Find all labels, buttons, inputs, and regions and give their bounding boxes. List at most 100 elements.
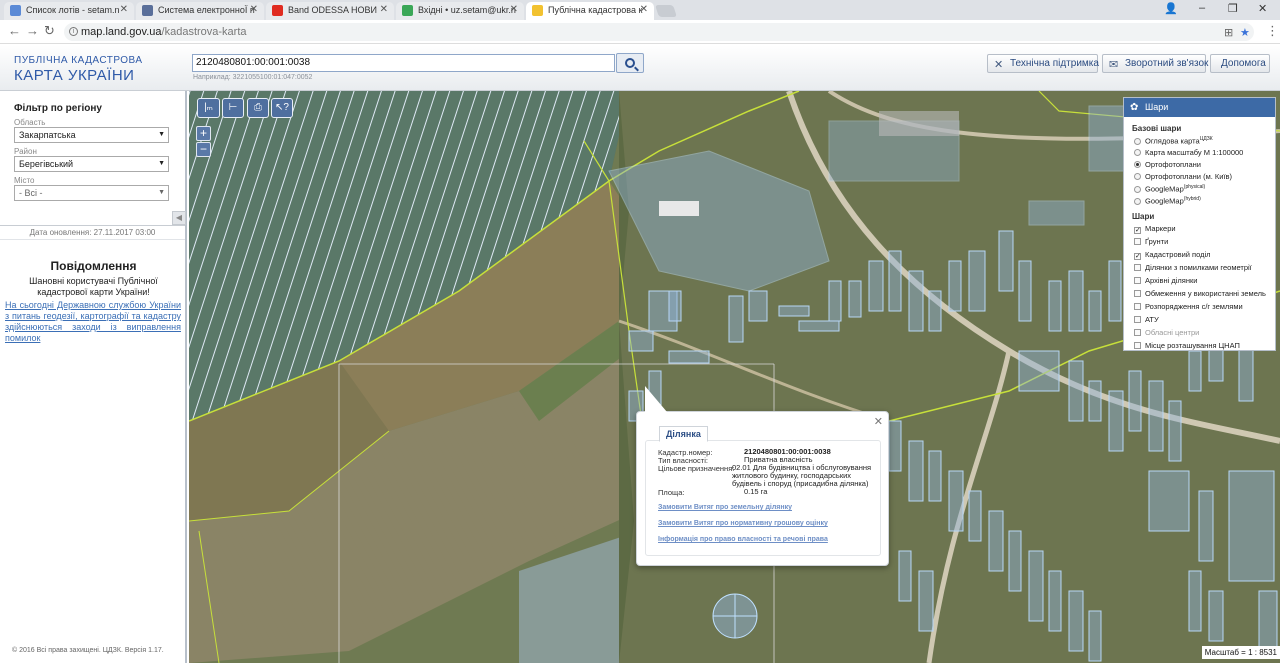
address-bar[interactable]: i map.land.gov.ua/kadastrova-karta ⊞ ★ (64, 23, 1254, 41)
close-icon[interactable]: ✕ (874, 415, 883, 428)
overlay-layer-3[interactable]: Ділянки з помилками геометрії (1134, 263, 1252, 272)
purpose-label: Цільове призначення: (658, 464, 735, 473)
measure-area-button[interactable]: ⊢ (222, 98, 244, 118)
city-select[interactable]: - Всі - ▼ (14, 185, 169, 201)
menu-dots-icon[interactable]: ⋮ (1266, 23, 1279, 39)
browser-tab-0[interactable]: Список лотів - setam.n ✕ (4, 2, 134, 20)
browser-tab-1[interactable]: Система електронноЇ п ✕ (136, 2, 264, 20)
info-icon[interactable]: i (69, 27, 78, 36)
copyright: © 2016 Всі права захищені. ЦДЗК. Версія … (12, 647, 164, 654)
print-button[interactable]: ⎙ (247, 98, 269, 118)
base-layer-4[interactable]: GoogleMap(physical) (1134, 184, 1205, 194)
overlay-layer-1[interactable]: Ґрунти (1134, 237, 1168, 246)
minimize-icon[interactable]: – (1199, 2, 1205, 14)
close-icon[interactable]: ✕ (510, 2, 518, 18)
zoom-out-button[interactable]: − (196, 142, 211, 157)
search-button[interactable] (616, 53, 644, 73)
district-select-value: Берегівський (19, 159, 74, 169)
radio-selected-icon[interactable] (1134, 161, 1141, 168)
overlay-layer-9[interactable]: Місце розташування ЦНАП (1134, 341, 1240, 350)
browser-tab-3[interactable]: Вхідні • uz.setam@ukr.n ✕ (396, 2, 524, 20)
base-layer-1[interactable]: Карта масштабу М 1:100000 (1134, 148, 1243, 157)
popup-tab-parcel[interactable]: Ділянка (659, 426, 708, 442)
layers-panel-header[interactable]: ✿ Шари (1124, 98, 1275, 117)
checkbox-icon[interactable] (1134, 342, 1141, 349)
browser-tab-4[interactable]: Публічна кадастрова к ✕ (526, 2, 654, 20)
checkbox-icon[interactable] (1134, 290, 1141, 297)
base-layer-label: Оглядова карта (1145, 136, 1200, 146)
district-select[interactable]: Берегівський ▼ (14, 156, 169, 172)
radio-icon[interactable] (1134, 149, 1141, 156)
order-extract-link[interactable]: Замовити Витяг про земельну ділянку (658, 504, 792, 511)
bookmark-star-icon[interactable]: ★ (1240, 24, 1250, 42)
overlay-layer-0[interactable]: ✓ Маркери (1134, 224, 1176, 234)
cadastral-search-input[interactable]: 2120480801:00:001:0038 (192, 54, 615, 72)
browser-tab-2[interactable]: Band ODESSA НОВИ ✕ (266, 2, 394, 20)
site-header: ПУБЛІЧНА КАДАСТРОВА КАРТА УКРАЇНИ 212048… (0, 45, 1280, 91)
sidebar: Фільтр по регіону Область Закарпатська ▼… (0, 91, 187, 663)
url-host: map.land.gov.ua (81, 26, 162, 38)
zoom-in-button[interactable]: + (196, 126, 211, 141)
radio-icon[interactable] (1134, 185, 1141, 193)
checkbox-checked-icon[interactable]: ✓ (1134, 227, 1141, 234)
checkbox-icon[interactable] (1134, 316, 1141, 323)
translate-icon[interactable]: ⊞ (1224, 24, 1233, 42)
base-layer-label: Ортофотоплани (м. Київ) (1145, 172, 1233, 181)
divider (0, 225, 185, 226)
overlay-layer-5[interactable]: Обмеження у використанні земель (1134, 289, 1266, 298)
overlay-layer-6[interactable]: Розпорядження с/г землями (1134, 302, 1243, 311)
map-scale: Масштаб = 1 : 8531 (1201, 646, 1280, 659)
layers-panel: ✿ Шари Базові шари Оглядова картаЦДЗК Ка… (1123, 97, 1276, 351)
measure-length-button[interactable]: |ₘ (197, 98, 220, 118)
collapse-sidebar-button[interactable]: ◀ (172, 211, 186, 225)
base-layer-3[interactable]: Ортофотоплани (м. Київ) (1134, 172, 1232, 181)
map-view[interactable]: |ₘ ⊢ ⎙ ↖? + − ✿ Шари Базові шари Оглядов… (189, 91, 1280, 663)
new-tab-button[interactable] (655, 5, 677, 17)
overlay-layer-label: Кадастровий поділ (1145, 250, 1211, 259)
base-layer-0[interactable]: Оглядова картаЦДЗК (1134, 136, 1213, 146)
radio-icon[interactable] (1134, 197, 1141, 205)
profile-icon[interactable]: 👤 (1164, 2, 1178, 15)
radio-icon[interactable] (1134, 137, 1141, 145)
close-icon[interactable]: ✕ (250, 2, 258, 18)
overlay-layer-8: Обласні центри (1134, 328, 1199, 337)
overlay-layer-7[interactable]: АТУ (1134, 315, 1159, 324)
checkbox-icon[interactable] (1134, 264, 1141, 271)
restore-icon[interactable]: ❐ (1228, 2, 1238, 15)
orthophoto-map[interactable] (189, 91, 1280, 663)
radio-icon[interactable] (1134, 173, 1141, 180)
browser-tabbar: Список лотів - setam.n ✕ Система електро… (0, 0, 1280, 20)
feedback-button[interactable]: ✉ Зворотний зв'язок (1102, 54, 1208, 73)
forward-arrow-icon[interactable]: → (26, 23, 39, 38)
overlay-layer-label: Обласні центри (1145, 328, 1200, 337)
order-valuation-link[interactable]: Замовити Витяг про нормативну грошову оц… (658, 520, 828, 527)
close-icon[interactable]: ✕ (380, 2, 388, 18)
notice-link[interactable]: На сьогодні Державною службою України з … (5, 300, 181, 344)
tab-favicon-icon (10, 5, 21, 16)
overlay-layer-label: Розпорядження с/г землями (1145, 302, 1243, 311)
checkbox-icon[interactable] (1134, 238, 1141, 245)
purpose-value: 02.01 Для будівництва і обслуговування ж… (732, 463, 872, 488)
notice-title: Повідомлення (50, 259, 137, 273)
region-select-value: Закарпатська (19, 130, 76, 140)
checkbox-icon[interactable] (1134, 277, 1141, 284)
checkbox-checked-icon[interactable]: ✓ (1134, 253, 1141, 260)
area-value: 0.15 га (744, 487, 768, 496)
base-layer-sup: (hybrid) (1183, 196, 1201, 202)
region-select[interactable]: Закарпатська ▼ (14, 127, 169, 143)
base-layer-5[interactable]: GoogleMap(hybrid) (1134, 196, 1201, 206)
back-arrow-icon[interactable]: ← (8, 23, 21, 38)
help-button[interactable]: Допомога (1210, 54, 1270, 73)
base-layer-2[interactable]: Ортофотоплани (1134, 160, 1201, 169)
close-icon[interactable]: ✕ (120, 2, 128, 18)
ownership-info-link[interactable]: Інформація про право власності та речові… (658, 536, 828, 543)
support-button[interactable]: ✕ Технічна підтримка (987, 54, 1099, 73)
window-close-icon[interactable]: ✕ (1258, 2, 1267, 15)
overlay-layer-4[interactable]: Архівні ділянки (1134, 276, 1197, 285)
reload-icon[interactable]: ↻ (44, 23, 55, 39)
logo-line2: КАРТА УКРАЇНИ (14, 67, 135, 84)
identify-button[interactable]: ↖? (271, 98, 293, 118)
overlay-layer-2[interactable]: ✓ Кадастровий поділ (1134, 250, 1211, 260)
close-icon[interactable]: ✕ (640, 2, 648, 18)
checkbox-icon[interactable] (1134, 303, 1141, 310)
